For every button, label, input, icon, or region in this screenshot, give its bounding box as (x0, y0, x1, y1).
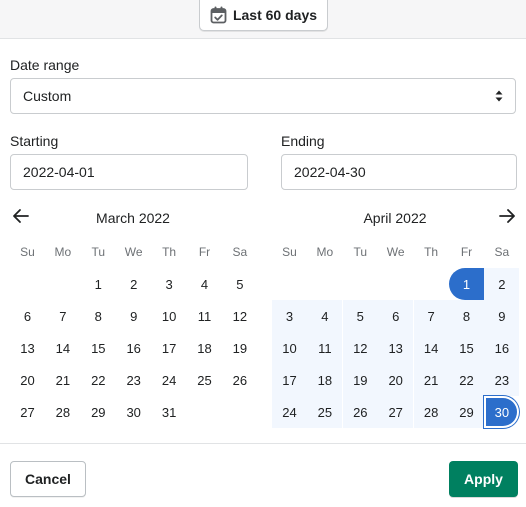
footer-divider (0, 443, 526, 444)
calendar-day[interactable]: 23 (116, 364, 151, 396)
calendar-day[interactable]: 12 (342, 332, 378, 364)
calendar-day[interactable]: 31 (152, 396, 187, 428)
calendar-day[interactable]: 26 (222, 364, 257, 396)
calendar-day[interactable]: 24 (152, 364, 187, 396)
calendar-day[interactable]: 3 (152, 268, 187, 300)
calendar-day[interactable]: 10 (152, 300, 187, 332)
weekday-header: Fr (198, 245, 211, 259)
calendar-day[interactable]: 1 (81, 268, 116, 300)
weekday-header: Su (282, 245, 297, 259)
calendar-day[interactable]: 14 (45, 332, 80, 364)
calendar-day[interactable]: 14 (413, 332, 449, 364)
calendar-day[interactable]: 20 (10, 364, 45, 396)
weekday-header: Sa (494, 245, 510, 259)
calendar-day[interactable]: 25 (187, 364, 222, 396)
calendar-day[interactable]: 11 (307, 332, 343, 364)
calendar-day[interactable]: 28 (45, 396, 80, 428)
calendar-day[interactable]: 23 (484, 364, 520, 396)
calendar-day[interactable]: 18 (187, 332, 222, 364)
calendar-day[interactable]: 20 (378, 364, 414, 396)
calendar-day[interactable]: 8 (449, 300, 484, 332)
cancel-button[interactable]: Cancel (10, 461, 86, 497)
calendar-day[interactable]: 6 (10, 300, 45, 332)
calendar-day[interactable]: 12 (222, 300, 257, 332)
date-range-label: Date range (10, 57, 80, 73)
weekday-header: Tu (353, 245, 368, 259)
weekday-header: Tu (91, 245, 106, 259)
calendar-day[interactable]: 25 (307, 396, 343, 428)
calendar-day[interactable]: 17 (152, 332, 187, 364)
ending-date-input[interactable] (281, 154, 517, 190)
date-preset-button[interactable]: Last 60 days (199, 0, 328, 31)
calendar-day[interactable]: 21 (413, 364, 449, 396)
calendar-day[interactable]: 29 (449, 396, 484, 428)
calendar-day[interactable]: 5 (222, 268, 257, 300)
weekday-header: Su (20, 245, 35, 259)
calendar-day[interactable]: 4 (187, 268, 222, 300)
calendar-day[interactable]: 27 (10, 396, 45, 428)
calendar-day[interactable]: 22 (81, 364, 116, 396)
top-bar: Last 60 days (0, 0, 526, 39)
calendar-day[interactable]: 2 (116, 268, 151, 300)
previous-month-arrow-icon[interactable] (11, 206, 31, 231)
date-preset-label: Last 60 days (232, 7, 318, 23)
calendar-day[interactable]: 8 (81, 300, 116, 332)
weekday-header: Mo (54, 245, 72, 259)
calendar-day[interactable]: 30 (116, 396, 151, 428)
weekday-header: We (386, 245, 405, 259)
weekday-header: Fr (460, 245, 473, 259)
calendar-day[interactable]: 9 (484, 300, 520, 332)
weekday-header: We (124, 245, 143, 259)
calendar-day[interactable]: 21 (45, 364, 80, 396)
calendar-day[interactable]: 17 (272, 364, 307, 396)
calendar-day[interactable]: 7 (45, 300, 80, 332)
calendar-day[interactable]: 16 (116, 332, 151, 364)
calendar-check-icon (210, 6, 227, 24)
weekday-header: Sa (232, 245, 248, 259)
calendar-day[interactable]: 28 (413, 396, 449, 428)
weekday-header: Mo (316, 245, 334, 259)
calendar-day[interactable]: 19 (342, 364, 378, 396)
calendar-day[interactable]: 26 (342, 396, 378, 428)
calendar-day[interactable]: 15 (449, 332, 484, 364)
calendar-day[interactable]: 11 (187, 300, 222, 332)
calendar-day[interactable]: 15 (81, 332, 116, 364)
calendar-day[interactable]: 9 (116, 300, 151, 332)
month-title-march: March 2022 (96, 210, 170, 226)
calendar-day[interactable]: 3 (272, 300, 307, 332)
calendar-day[interactable]: 16 (484, 332, 520, 364)
date-range-value: Custom (23, 88, 72, 104)
ending-label: Ending (281, 133, 325, 149)
month-title-april: April 2022 (363, 210, 427, 226)
calendar-day[interactable]: 27 (378, 396, 414, 428)
calendar-day[interactable]: 13 (378, 332, 414, 364)
calendar-day[interactable]: 13 (10, 332, 45, 364)
calendar-day[interactable]: 5 (342, 300, 378, 332)
next-month-arrow-icon[interactable] (497, 206, 517, 231)
weekday-header: Th (162, 245, 177, 259)
calendar-day[interactable]: 10 (272, 332, 307, 364)
calendar-day[interactable]: 29 (81, 396, 116, 428)
date-range-select[interactable]: Custom (10, 78, 516, 114)
calendar-day[interactable]: 6 (378, 300, 414, 332)
calendar-day[interactable]: 30 (484, 396, 520, 428)
select-arrows-icon (495, 89, 503, 106)
calendar-day[interactable]: 19 (222, 332, 257, 364)
calendar-day[interactable]: 2 (484, 268, 520, 300)
calendar-day[interactable]: 18 (307, 364, 343, 396)
calendar-day[interactable]: 4 (307, 300, 343, 332)
calendar-day[interactable]: 1 (449, 268, 484, 300)
calendar-day[interactable]: 7 (413, 300, 449, 332)
starting-date-input[interactable] (10, 154, 248, 190)
calendar-day[interactable]: 24 (272, 396, 307, 428)
weekday-header: Th (424, 245, 439, 259)
starting-label: Starting (10, 133, 59, 149)
apply-button[interactable]: Apply (449, 461, 518, 497)
calendar-day[interactable]: 22 (449, 364, 484, 396)
